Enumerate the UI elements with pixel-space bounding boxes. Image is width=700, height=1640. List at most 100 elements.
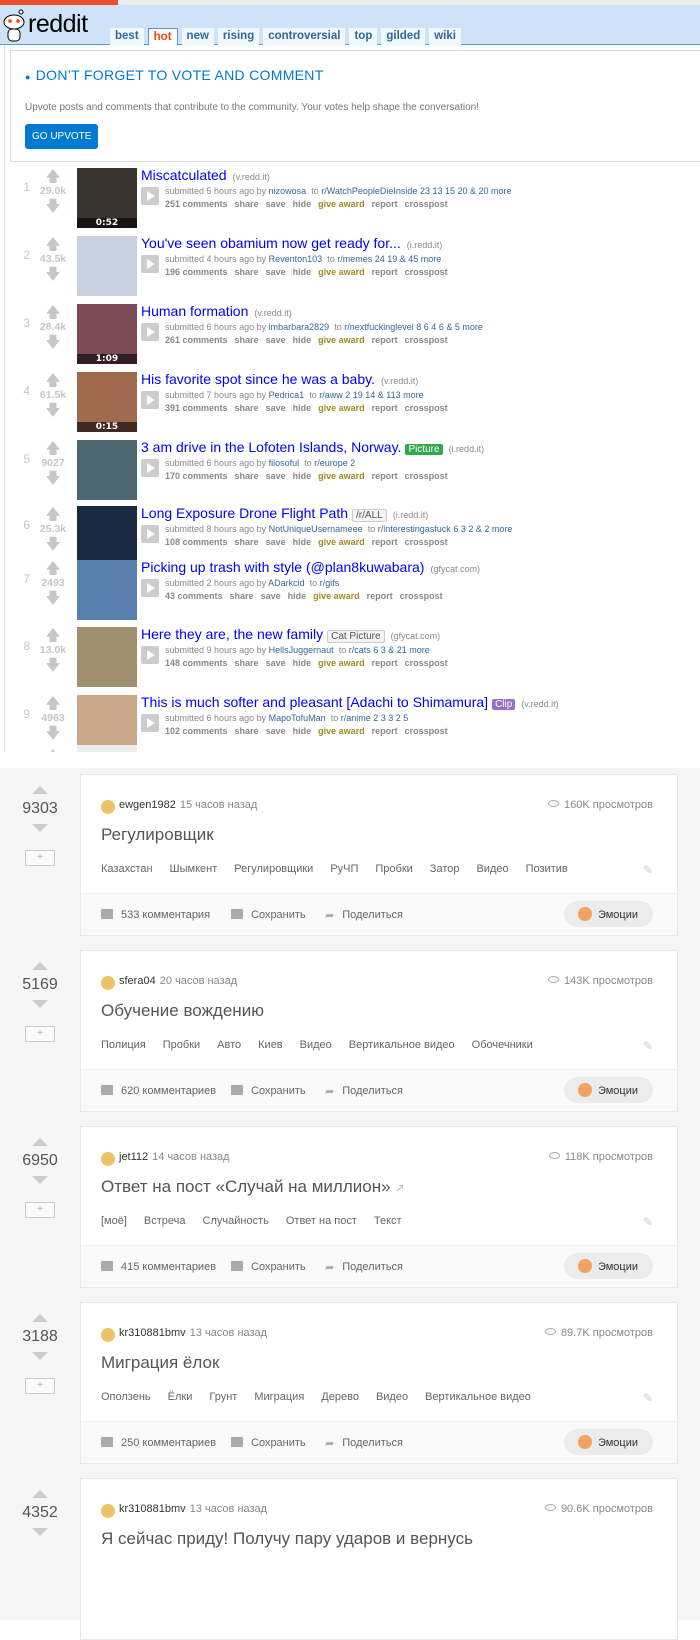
post-author[interactable]: Reventon103 — [269, 254, 323, 264]
story-tag[interactable]: Пробки — [375, 863, 412, 875]
post-awards[interactable]: 6 3 & 21 more — [373, 645, 430, 655]
tab-top[interactable]: top — [349, 28, 378, 46]
rating-up-icon[interactable] — [32, 1490, 48, 1498]
comments-link[interactable]: 43 comments — [165, 591, 223, 601]
story-tag[interactable]: [моё] — [101, 1215, 127, 1227]
post-awards[interactable]: 23 13 15 20 & 20 more — [420, 186, 512, 196]
comments-button[interactable]: 620 комментариев — [101, 1085, 216, 1097]
post-flair[interactable]: /r/ALL — [352, 509, 387, 522]
post-subreddit[interactable]: r/cats — [349, 645, 371, 655]
save-button[interactable]: Сохранить — [231, 1437, 306, 1449]
upvote-arrow-icon[interactable]: 🡅 — [34, 168, 72, 184]
crosspost-link[interactable]: crosspost — [405, 335, 448, 345]
report-link[interactable]: report — [372, 726, 398, 736]
give-award-link[interactable]: give award — [318, 537, 365, 547]
give-award-link[interactable]: give award — [313, 591, 360, 601]
expando-play-icon[interactable] — [141, 579, 159, 597]
expando-play-icon[interactable] — [141, 714, 159, 732]
post-author[interactable]: NotUniqueUsernameee — [269, 524, 363, 534]
post-subreddit[interactable]: r/anime — [341, 713, 371, 723]
crosspost-link[interactable]: crosspost — [405, 726, 448, 736]
post-title-link[interactable]: You've seen obamium now get ready for... — [141, 235, 401, 251]
comments-button[interactable]: 415 комментариев — [101, 1261, 216, 1273]
downvote-arrow-icon[interactable]: 🡇 — [34, 266, 72, 282]
post-awards[interactable]: 2 19 14 & 113 more — [345, 390, 423, 400]
post-domain[interactable]: (i.redd.it) — [449, 444, 485, 454]
downvote-arrow-icon[interactable]: 🡇 — [34, 402, 72, 418]
rating-up-icon[interactable] — [32, 786, 48, 794]
share-link[interactable]: share — [235, 267, 259, 277]
rating-up-icon[interactable] — [32, 1138, 48, 1146]
story-tag[interactable]: Позитив — [526, 863, 568, 875]
downvote-arrow-icon[interactable]: 🡇 — [34, 536, 72, 552]
story-tag[interactable]: Затор — [430, 863, 460, 875]
upvote-arrow-icon[interactable]: 🡅 — [34, 372, 72, 388]
emotions-button[interactable]: Эмоции — [563, 901, 653, 927]
post-title-link[interactable]: Long Exposure Drone Flight Path — [141, 505, 348, 521]
post-author[interactable]: MapoTofuMan — [269, 713, 326, 723]
report-link[interactable]: report — [372, 471, 398, 481]
reddit-logo[interactable]: reddit — [2, 8, 102, 44]
edit-tags-pencil-icon[interactable]: ✎ — [643, 1391, 653, 1405]
post-title-link[interactable]: This is much softer and pleasant [Adachi… — [141, 694, 488, 710]
share-button[interactable]: ➦ Поделиться — [325, 909, 403, 922]
save-plus-button[interactable]: + — [25, 1026, 55, 1042]
tab-gilded[interactable]: gilded — [381, 28, 426, 46]
story-tag[interactable]: Оползень — [101, 1391, 151, 1403]
downvote-arrow-icon[interactable]: 🡇 — [34, 657, 72, 673]
crosspost-link[interactable]: crosspost — [405, 537, 448, 547]
rating-up-icon[interactable] — [32, 1314, 48, 1322]
comments-link[interactable]: 102 comments — [165, 726, 228, 736]
comments-button[interactable]: 533 комментария — [101, 909, 210, 921]
emotions-button[interactable]: Эмоции — [563, 1253, 653, 1279]
story-tag[interactable]: Ответ на пост — [286, 1215, 357, 1227]
story-tag[interactable]: Казахстан — [101, 863, 153, 875]
story-tag[interactable]: Встреча — [144, 1215, 186, 1227]
crosspost-link[interactable]: crosspost — [405, 658, 448, 668]
upvote-arrow-icon[interactable]: 🡅 — [34, 440, 72, 456]
save-button[interactable]: Сохранить — [231, 1261, 306, 1273]
crosspost-link[interactable]: crosspost — [405, 199, 448, 209]
post-title-link[interactable]: Human formation — [141, 303, 248, 319]
post-author[interactable]: nizowosa — [269, 186, 307, 196]
post-thumbnail[interactable] — [77, 560, 137, 620]
edit-tags-pencil-icon[interactable]: ✎ — [643, 1215, 653, 1229]
avatar[interactable] — [101, 800, 115, 814]
downvote-arrow-icon[interactable]: 🡇 — [34, 198, 72, 214]
save-link[interactable]: save — [261, 591, 281, 601]
post-subreddit[interactable]: r/memes — [337, 254, 372, 264]
save-plus-button[interactable]: + — [25, 1378, 55, 1394]
tab-best[interactable]: best — [110, 28, 144, 46]
post-awards[interactable]: 2 — [350, 458, 355, 468]
story-tag[interactable]: Грунт — [209, 1391, 237, 1403]
post-subreddit[interactable]: r/aww — [319, 390, 343, 400]
story-tag[interactable]: Пробки — [163, 1039, 200, 1051]
save-button[interactable]: Сохранить — [231, 1085, 306, 1097]
give-award-link[interactable]: give award — [318, 267, 365, 277]
story-author[interactable]: sfera04 — [119, 975, 156, 987]
save-link[interactable]: save — [266, 471, 286, 481]
rating-down-icon[interactable] — [32, 1000, 48, 1008]
save-link[interactable]: save — [266, 658, 286, 668]
rating-down-icon[interactable] — [32, 1176, 48, 1184]
emotions-button[interactable]: Эмоции — [563, 1429, 653, 1455]
hide-link[interactable]: hide — [293, 471, 312, 481]
share-link[interactable]: share — [235, 403, 259, 413]
post-thumbnail[interactable]: 1:09 — [77, 695, 137, 752]
post-title-link[interactable]: Here they are, the new family — [141, 626, 323, 642]
downvote-arrow-icon[interactable]: 🡇 — [34, 334, 72, 350]
story-tag[interactable]: Видео — [376, 1391, 408, 1403]
post-thumbnail[interactable] — [77, 627, 137, 687]
story-tag[interactable]: Киев — [258, 1039, 283, 1051]
report-link[interactable]: report — [367, 591, 393, 601]
post-title-link[interactable]: Miscatculated — [141, 167, 227, 183]
rating-down-icon[interactable] — [32, 824, 48, 832]
avatar[interactable] — [101, 1504, 115, 1518]
post-flair[interactable]: Cat Picture — [327, 630, 385, 643]
save-button[interactable]: Сохранить — [231, 909, 306, 921]
external-link-icon[interactable]: ↗ — [395, 1181, 405, 1195]
post-author[interactable]: ADarkcid — [268, 578, 305, 588]
share-link[interactable]: share — [235, 199, 259, 209]
hide-link[interactable]: hide — [293, 403, 312, 413]
share-link[interactable]: share — [235, 471, 259, 481]
